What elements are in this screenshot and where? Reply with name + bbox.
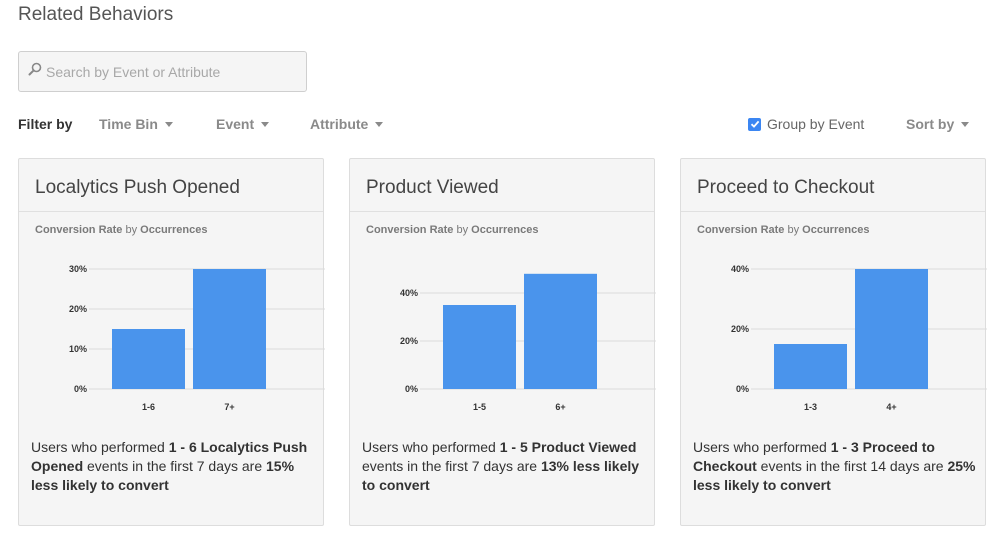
chart-metric: Conversion Rate (366, 224, 454, 236)
search-icon (28, 62, 46, 81)
chart-metric: Conversion Rate (35, 224, 123, 236)
y-tick-label: 20% (731, 324, 749, 334)
card-title: Proceed to Checkout (697, 177, 875, 198)
y-tick-label: 20% (69, 304, 87, 314)
y-tick-label: 40% (400, 288, 418, 298)
y-tick-label: 40% (731, 264, 749, 274)
attribute-label: Attribute (310, 116, 369, 132)
x-tick-label: 1-5 (473, 402, 486, 412)
card-summary: Users who performed 1 - 3 Proceed to Che… (693, 438, 978, 495)
bar (193, 269, 266, 389)
y-tick-label: 0% (74, 384, 87, 394)
chart-by: by (787, 224, 800, 236)
chart-dimension: Occurrences (471, 224, 539, 236)
card-title: Localytics Push Opened (35, 177, 240, 198)
x-tick-label: 4+ (886, 402, 896, 412)
summary-event: 1 - 5 Product Viewed (499, 439, 637, 455)
bar (112, 329, 185, 389)
caret-down-icon (375, 122, 384, 127)
filter-label: Filter by (18, 116, 73, 132)
chart-dimension: Occurrences (802, 224, 870, 236)
attribute-dropdown[interactable]: Attribute (310, 116, 384, 132)
chart-by: by (456, 224, 469, 236)
summary-text: Users who performed (31, 439, 169, 455)
check-icon (750, 120, 759, 128)
summary-text: events in the first 7 days are (362, 458, 541, 474)
time-bin-dropdown[interactable]: Time Bin (99, 116, 173, 132)
event-label: Event (216, 116, 255, 132)
chart-by: by (125, 224, 138, 236)
sort-by-label: Sort by (906, 116, 955, 132)
group-by-event-checkbox[interactable] (748, 117, 761, 131)
bar (774, 344, 847, 389)
chart-metric: Conversion Rate (697, 224, 785, 236)
behavior-card: Proceed to Checkout Conversion Rate by O… (680, 158, 987, 526)
time-bin-label: Time Bin (99, 116, 158, 132)
behavior-card: Product Viewed Conversion Rate by Occurr… (349, 158, 656, 526)
search-input[interactable] (46, 63, 296, 80)
chart-subtitle: Conversion Rate by Occurrences (35, 224, 207, 236)
chart-subtitle: Conversion Rate by Occurrences (697, 224, 869, 236)
sort-by-dropdown[interactable]: Sort by (906, 116, 970, 132)
card-title: Product Viewed (366, 177, 499, 198)
y-tick-label: 10% (69, 344, 87, 354)
y-tick-label: 30% (69, 264, 87, 274)
summary-text: events in the first 7 days are (83, 458, 266, 474)
bar-chart: 0% 20% 40% 1-3 4+ (731, 264, 987, 412)
search-box[interactable] (18, 51, 307, 92)
behavior-card: Localytics Push Opened Conversion Rate b… (18, 158, 325, 526)
y-tick-label: 0% (405, 384, 418, 394)
divider (350, 211, 654, 212)
card-summary: Users who performed 1 - 5 Product Viewed… (362, 438, 647, 495)
x-tick-label: 1-6 (142, 402, 155, 412)
bar (855, 269, 928, 389)
x-tick-label: 1-3 (804, 402, 817, 412)
card-summary: Users who performed 1 - 6 Localytics Pus… (31, 438, 316, 495)
summary-text: events in the first 14 days are (756, 458, 948, 474)
page-title: Related Behaviors (18, 4, 174, 25)
chart-subtitle: Conversion Rate by Occurrences (366, 224, 538, 236)
bar-chart: 0% 10% 20% 30% 1-6 7+ (69, 264, 325, 412)
divider (19, 211, 323, 212)
summary-text: Users who performed (362, 439, 500, 455)
event-dropdown[interactable]: Event (216, 116, 270, 132)
bar (524, 273, 597, 389)
x-tick-label: 6+ (555, 402, 565, 412)
caret-down-icon (261, 122, 270, 127)
group-by-event-label: Group by Event (767, 116, 865, 132)
x-tick-label: 7+ (224, 402, 234, 412)
group-by-event-toggle[interactable]: Group by Event (748, 116, 864, 132)
caret-down-icon (164, 122, 173, 127)
bar-chart: 0% 20% 40% 1-5 6+ (400, 273, 656, 412)
summary-text: Users who performed (693, 439, 831, 455)
divider (681, 211, 985, 212)
y-tick-label: 0% (736, 384, 749, 394)
bar (443, 305, 516, 389)
chart-dimension: Occurrences (140, 224, 208, 236)
y-tick-label: 20% (400, 336, 418, 346)
caret-down-icon (961, 122, 970, 127)
